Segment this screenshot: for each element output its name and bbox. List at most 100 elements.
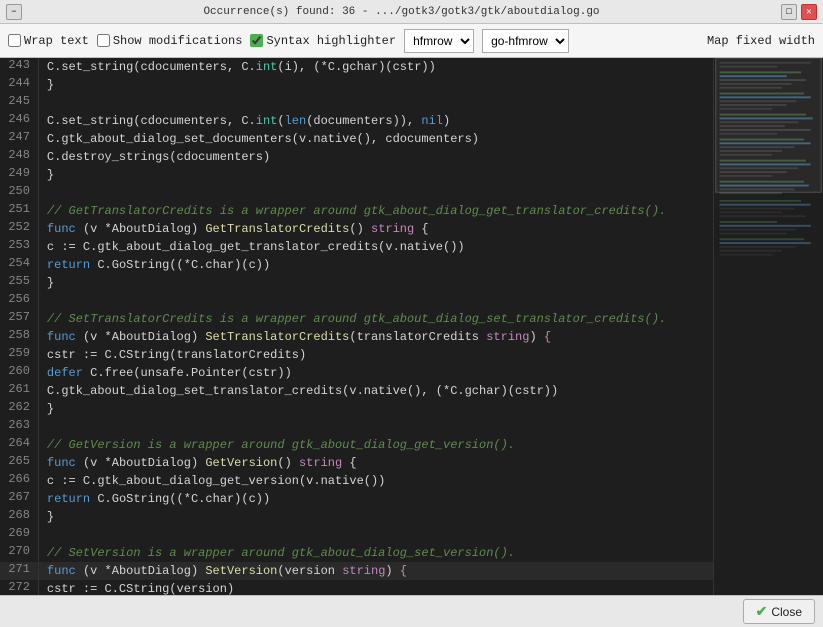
toolbar: Wrap text Show modifications Syntax high… — [0, 24, 823, 58]
line-number: 252 — [0, 220, 38, 238]
line-code[interactable]: // SetVersion is a wrapper around gtk_ab… — [38, 544, 713, 562]
line-code[interactable]: defer C.free(unsafe.Pointer(cstr)) — [38, 364, 713, 382]
line-code[interactable]: } — [38, 508, 713, 526]
line-number: 249 — [0, 166, 38, 184]
line-number: 251 — [0, 202, 38, 220]
line-code[interactable]: C.set_string(cdocumenters, C.int(len(doc… — [38, 112, 713, 130]
line-code[interactable]: func (v *AboutDialog) SetTranslatorCredi… — [38, 328, 713, 346]
table-row: 269 — [0, 526, 713, 544]
show-modifications-label[interactable]: Show modifications — [97, 34, 243, 48]
maximize-button[interactable]: □ — [781, 4, 797, 20]
table-row: 263 — [0, 418, 713, 436]
checkmark-icon: ✔ — [756, 603, 768, 620]
line-code[interactable]: c := C.gtk_about_dialog_get_version(v.na… — [38, 472, 713, 490]
line-code[interactable]: C.set_string(cdocumenters, C.int(i), (*C… — [38, 58, 713, 76]
table-row: 248C.destroy_strings(cdocumenters) — [0, 148, 713, 166]
table-row: 267return C.GoString((*C.char)(c)) — [0, 490, 713, 508]
line-number: 250 — [0, 184, 38, 202]
line-number: 253 — [0, 238, 38, 256]
table-row: 261C.gtk_about_dialog_set_translator_cre… — [0, 382, 713, 400]
table-row: 243C.set_string(cdocumenters, C.int(i), … — [0, 58, 713, 76]
line-number: 255 — [0, 274, 38, 292]
table-row: 260defer C.free(unsafe.Pointer(cstr)) — [0, 364, 713, 382]
line-number: 244 — [0, 76, 38, 94]
line-code[interactable] — [38, 292, 713, 310]
line-code[interactable]: c := C.gtk_about_dialog_get_translator_c… — [38, 238, 713, 256]
line-code[interactable]: return C.GoString((*C.char)(c)) — [38, 256, 713, 274]
line-number: 270 — [0, 544, 38, 562]
show-modifications-checkbox[interactable] — [97, 34, 110, 47]
close-button[interactable]: ✔ Close — [743, 599, 815, 624]
syntax-highlighter-checkbox[interactable] — [250, 34, 263, 47]
code-table: 243C.set_string(cdocumenters, C.int(i), … — [0, 58, 713, 595]
line-code[interactable]: // SetTranslatorCredits is a wrapper aro… — [38, 310, 713, 328]
line-code[interactable]: cstr := C.CString(version) — [38, 580, 713, 595]
line-number: 247 — [0, 130, 38, 148]
line-code[interactable]: } — [38, 400, 713, 418]
line-code[interactable]: func (v *AboutDialog) GetVersion() strin… — [38, 454, 713, 472]
line-number: 265 — [0, 454, 38, 472]
table-row: 265func (v *AboutDialog) GetVersion() st… — [0, 454, 713, 472]
line-code[interactable] — [38, 418, 713, 436]
table-row: 272cstr := C.CString(version) — [0, 580, 713, 595]
line-code[interactable]: } — [38, 166, 713, 184]
line-code[interactable]: // GetVersion is a wrapper around gtk_ab… — [38, 436, 713, 454]
line-number: 266 — [0, 472, 38, 490]
line-number: 246 — [0, 112, 38, 130]
code-editor[interactable]: 243C.set_string(cdocumenters, C.int(i), … — [0, 58, 713, 595]
table-row: 266c := C.gtk_about_dialog_get_version(v… — [0, 472, 713, 490]
window-close-button[interactable]: ✕ — [801, 4, 817, 20]
line-code[interactable]: // GetTranslatorCredits is a wrapper aro… — [38, 202, 713, 220]
line-number: 267 — [0, 490, 38, 508]
table-row: 259cstr := C.CString(translatorCredits) — [0, 346, 713, 364]
line-number: 248 — [0, 148, 38, 166]
line-code[interactable]: func (v *AboutDialog) SetVersion(version… — [38, 562, 713, 580]
minimap[interactable] — [713, 58, 823, 595]
line-code[interactable]: } — [38, 274, 713, 292]
line-code[interactable] — [38, 184, 713, 202]
line-number: 259 — [0, 346, 38, 364]
line-code[interactable]: C.gtk_about_dialog_set_documenters(v.nat… — [38, 130, 713, 148]
content-area: 243C.set_string(cdocumenters, C.int(i), … — [0, 58, 823, 595]
line-code[interactable]: } — [38, 76, 713, 94]
line-number: 272 — [0, 580, 38, 595]
close-button-label: Close — [771, 605, 802, 619]
table-row: 270// SetVersion is a wrapper around gtk… — [0, 544, 713, 562]
hfmrow-dropdown[interactable]: hfmrow — [404, 29, 474, 53]
wrap-text-label[interactable]: Wrap text — [8, 34, 89, 48]
line-number: 258 — [0, 328, 38, 346]
line-number: 268 — [0, 508, 38, 526]
table-row: 255} — [0, 274, 713, 292]
title-bar: − Occurrence(s) found: 36 - .../gotk3/go… — [0, 0, 823, 24]
line-number: 262 — [0, 400, 38, 418]
line-number: 256 — [0, 292, 38, 310]
bottom-bar: ✔ Close — [0, 595, 823, 627]
line-code[interactable]: return C.GoString((*C.char)(c)) — [38, 490, 713, 508]
table-row: 246C.set_string(cdocumenters, C.int(len(… — [0, 112, 713, 130]
table-row: 256 — [0, 292, 713, 310]
line-code[interactable]: C.destroy_strings(cdocumenters) — [38, 148, 713, 166]
line-code[interactable] — [38, 94, 713, 112]
line-code[interactable] — [38, 526, 713, 544]
table-row: 245 — [0, 94, 713, 112]
line-number: 260 — [0, 364, 38, 382]
line-code[interactable]: C.gtk_about_dialog_set_translator_credit… — [38, 382, 713, 400]
line-number: 243 — [0, 58, 38, 76]
table-row: 254return C.GoString((*C.char)(c)) — [0, 256, 713, 274]
line-code[interactable]: cstr := C.CString(translatorCredits) — [38, 346, 713, 364]
table-row: 247C.gtk_about_dialog_set_documenters(v.… — [0, 130, 713, 148]
table-row: 244} — [0, 76, 713, 94]
table-row: 249} — [0, 166, 713, 184]
minimize-button[interactable]: − — [6, 4, 22, 20]
line-number: 245 — [0, 94, 38, 112]
code-scroll[interactable]: 243C.set_string(cdocumenters, C.int(i), … — [0, 58, 713, 595]
line-code[interactable]: func (v *AboutDialog) GetTranslatorCredi… — [38, 220, 713, 238]
wrap-text-checkbox[interactable] — [8, 34, 21, 47]
go-hfmrow-dropdown[interactable]: go-hfmrow — [482, 29, 569, 53]
title-bar-right: □ ✕ — [781, 4, 817, 20]
syntax-highlighter-label[interactable]: Syntax highlighter — [250, 34, 396, 48]
table-row: 252func (v *AboutDialog) GetTranslatorCr… — [0, 220, 713, 238]
line-number: 264 — [0, 436, 38, 454]
title-bar-title: Occurrence(s) found: 36 - .../gotk3/gotk… — [22, 6, 781, 18]
table-row: 250 — [0, 184, 713, 202]
